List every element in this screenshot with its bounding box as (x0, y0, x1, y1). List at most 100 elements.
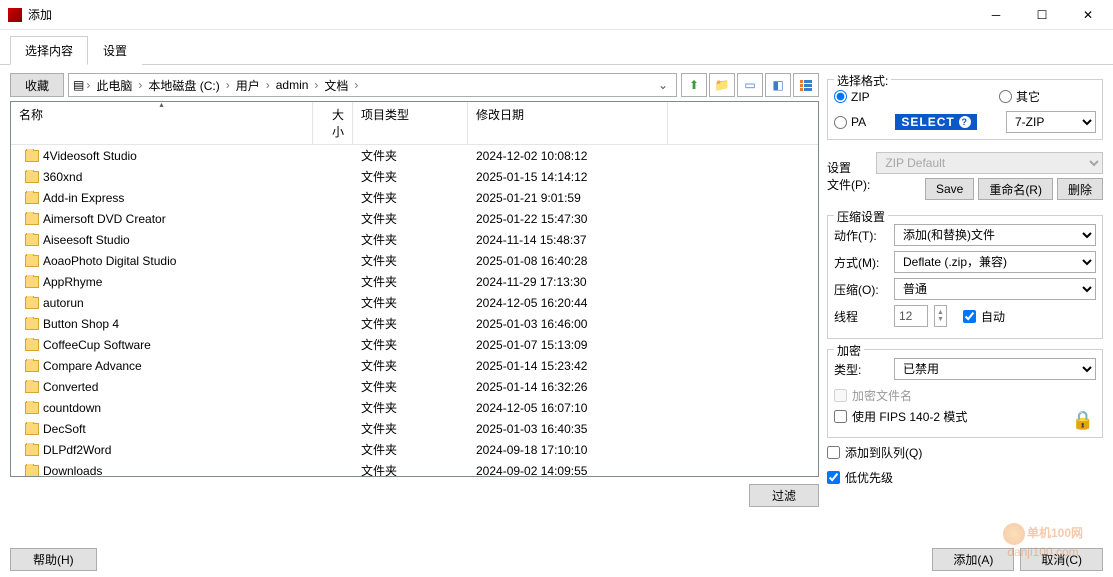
table-row[interactable]: CoffeeCup Software文件夹2025-01-07 15:13:09 (11, 334, 818, 355)
chevron-right-icon: › (314, 78, 318, 92)
view-list-button[interactable] (793, 73, 819, 97)
radio-pa[interactable]: PA (834, 115, 866, 129)
file-type: 文件夹 (353, 399, 468, 416)
list-body[interactable]: 4Videosoft Studio文件夹2024-12-02 10:08:123… (11, 145, 818, 477)
file-label: 文件(P): (827, 176, 870, 193)
new-folder-button[interactable]: 📁 (709, 73, 735, 97)
table-row[interactable]: Aimersoft DVD Creator文件夹2025-01-22 15:47… (11, 208, 818, 229)
tab-settings[interactable]: 设置 (88, 36, 142, 65)
radio-zip[interactable]: ZIP (834, 90, 870, 104)
low-priority-check[interactable]: 低优先级 (827, 467, 1103, 488)
encrypt-group: 加密 类型:已禁用 加密文件名 使用 FIPS 140-2 模式 🔒 (827, 349, 1103, 438)
folder-icon (25, 318, 39, 330)
minimize-button[interactable]: ─ (973, 0, 1019, 30)
folder-icon (25, 234, 39, 246)
breadcrumb-item[interactable]: 文档 (320, 75, 352, 96)
auto-thread-check[interactable]: 自动 (963, 306, 1005, 327)
breadcrumb[interactable]: ▤ › 此电脑 › 本地磁盘 (C:) › 用户 › admin › 文档 › … (68, 73, 677, 97)
table-row[interactable]: Converted文件夹2025-01-14 16:32:26 (11, 376, 818, 397)
add-queue-check[interactable]: 添加到队列(Q) (827, 442, 1103, 463)
table-row[interactable]: AppRhyme文件夹2024-11-29 17:13:30 (11, 271, 818, 292)
drive-icon: ▤ (73, 78, 84, 92)
up-folder-button[interactable]: ⬆ (681, 73, 707, 97)
table-row[interactable]: Compare Advance文件夹2025-01-14 15:23:42 (11, 355, 818, 376)
file-name: Downloads (43, 464, 102, 478)
tab-select-content[interactable]: 选择内容 (10, 36, 88, 65)
column-type[interactable]: 项目类型 (353, 102, 468, 144)
table-row[interactable]: AoaoPhoto Digital Studio 文件夹2025-01-08 16… (11, 250, 818, 271)
encrypt-type-label: 类型: (834, 361, 888, 378)
folder-icon (25, 276, 39, 288)
thread-label: 线程 (834, 308, 888, 325)
breadcrumb-item[interactable]: 用户 (232, 75, 264, 96)
table-row[interactable]: DecSoft文件夹2025-01-03 16:40:35 (11, 418, 818, 439)
favorites-button[interactable]: 收藏 (10, 73, 64, 97)
action-select[interactable]: 添加(和替换)文件 (894, 224, 1096, 246)
save-preset-button[interactable]: Save (925, 178, 974, 200)
file-name: Button Shop 4 (43, 317, 119, 331)
cancel-button[interactable]: 取消(C) (1020, 548, 1103, 571)
file-name: Aimersoft DVD Creator (43, 212, 166, 226)
file-date: 2024-12-05 16:07:10 (468, 401, 668, 415)
help-button[interactable]: 帮助(H) (10, 548, 97, 571)
file-name: AoaoPhoto Digital Studio (43, 254, 176, 268)
rename-preset-button[interactable]: 重命名(R) (978, 178, 1053, 200)
chevron-right-icon: › (86, 78, 90, 92)
folder-icon (25, 381, 39, 393)
table-row[interactable]: Downloads文件夹2024-09-02 14:09:55 (11, 460, 818, 477)
breadcrumb-item[interactable]: 本地磁盘 (C:) (144, 75, 223, 96)
preset-select[interactable]: ZIP Default (876, 152, 1103, 174)
table-row[interactable]: 4Videosoft Studio文件夹2024-12-02 10:08:12 (11, 145, 818, 166)
select-badge[interactable]: SELECT? (895, 114, 976, 130)
method-label: 方式(M): (834, 254, 888, 271)
delete-preset-button[interactable]: 删除 (1057, 178, 1103, 200)
encrypt-type-select[interactable]: 已禁用 (894, 358, 1096, 380)
table-row[interactable]: DLPdf2Word文件夹2024-09-18 17:10:10 (11, 439, 818, 460)
folder-icon (25, 297, 39, 309)
method-select[interactable]: Deflate (.zip，兼容) (894, 251, 1096, 273)
file-type: 文件夹 (353, 252, 468, 269)
table-row[interactable]: Add-in Express文件夹2025-01-21 9:01:59 (11, 187, 818, 208)
column-date[interactable]: 修改日期 (468, 102, 668, 144)
file-name: Converted (43, 380, 98, 394)
format-group-label: 选择格式: (834, 72, 891, 89)
spinner-icon[interactable]: ▲▼ (934, 305, 947, 327)
setting-label: 设置 (827, 159, 870, 176)
format-group: 选择格式: ZIP 其它 PA SELECT? 7-ZIP (827, 79, 1103, 140)
folder-icon (25, 255, 39, 267)
compress-group-label: 压缩设置 (834, 208, 888, 225)
breadcrumb-item[interactable]: 此电脑 (92, 75, 136, 96)
chevron-right-icon: › (138, 78, 142, 92)
folder-icon (25, 465, 39, 477)
radio-other[interactable]: 其它 (999, 88, 1040, 105)
column-size[interactable]: 大小 (313, 102, 353, 144)
file-date: 2025-01-07 15:13:09 (468, 338, 668, 352)
column-name[interactable]: 名称 (11, 102, 313, 144)
table-row[interactable]: Aiseesoft Studio文件夹2024-11-14 15:48:37 (11, 229, 818, 250)
folder-icon (25, 444, 39, 456)
chevron-down-icon[interactable]: ⌄ (654, 78, 672, 92)
file-name: CoffeeCup Software (43, 338, 151, 352)
file-date: 2024-09-18 17:10:10 (468, 443, 668, 457)
other-format-select[interactable]: 7-ZIP (1006, 111, 1096, 133)
table-row[interactable]: 360xnd文件夹2025-01-15 14:14:12 (11, 166, 818, 187)
maximize-button[interactable]: ☐ (1019, 0, 1065, 30)
folder-icon (25, 402, 39, 414)
file-date: 2024-12-05 16:20:44 (468, 296, 668, 310)
table-row[interactable]: countdown文件夹2024-12-05 16:07:10 (11, 397, 818, 418)
view-large-button[interactable]: ▭ (737, 73, 763, 97)
close-button[interactable]: ✕ (1065, 0, 1111, 30)
breadcrumb-item[interactable]: admin (272, 76, 313, 94)
title-bar: 添加 ─ ☐ ✕ (0, 0, 1113, 30)
filter-button[interactable]: 过滤 (749, 484, 819, 507)
view-medium-button[interactable]: ◧ (765, 73, 791, 97)
table-row[interactable]: autorun文件夹2024-12-05 16:20:44 (11, 292, 818, 313)
file-date: 2025-01-08 16:40:28 (468, 254, 668, 268)
level-select[interactable]: 普通 (894, 278, 1096, 300)
add-button[interactable]: 添加(A) (932, 548, 1014, 571)
thread-input[interactable] (894, 305, 928, 327)
table-row[interactable]: Button Shop 4文件夹2025-01-03 16:46:00 (11, 313, 818, 334)
fips-check[interactable]: 使用 FIPS 140-2 模式 (834, 406, 1096, 427)
tabs: 选择内容 设置 (0, 30, 1113, 65)
encrypt-names-check: 加密文件名 (834, 385, 1096, 406)
